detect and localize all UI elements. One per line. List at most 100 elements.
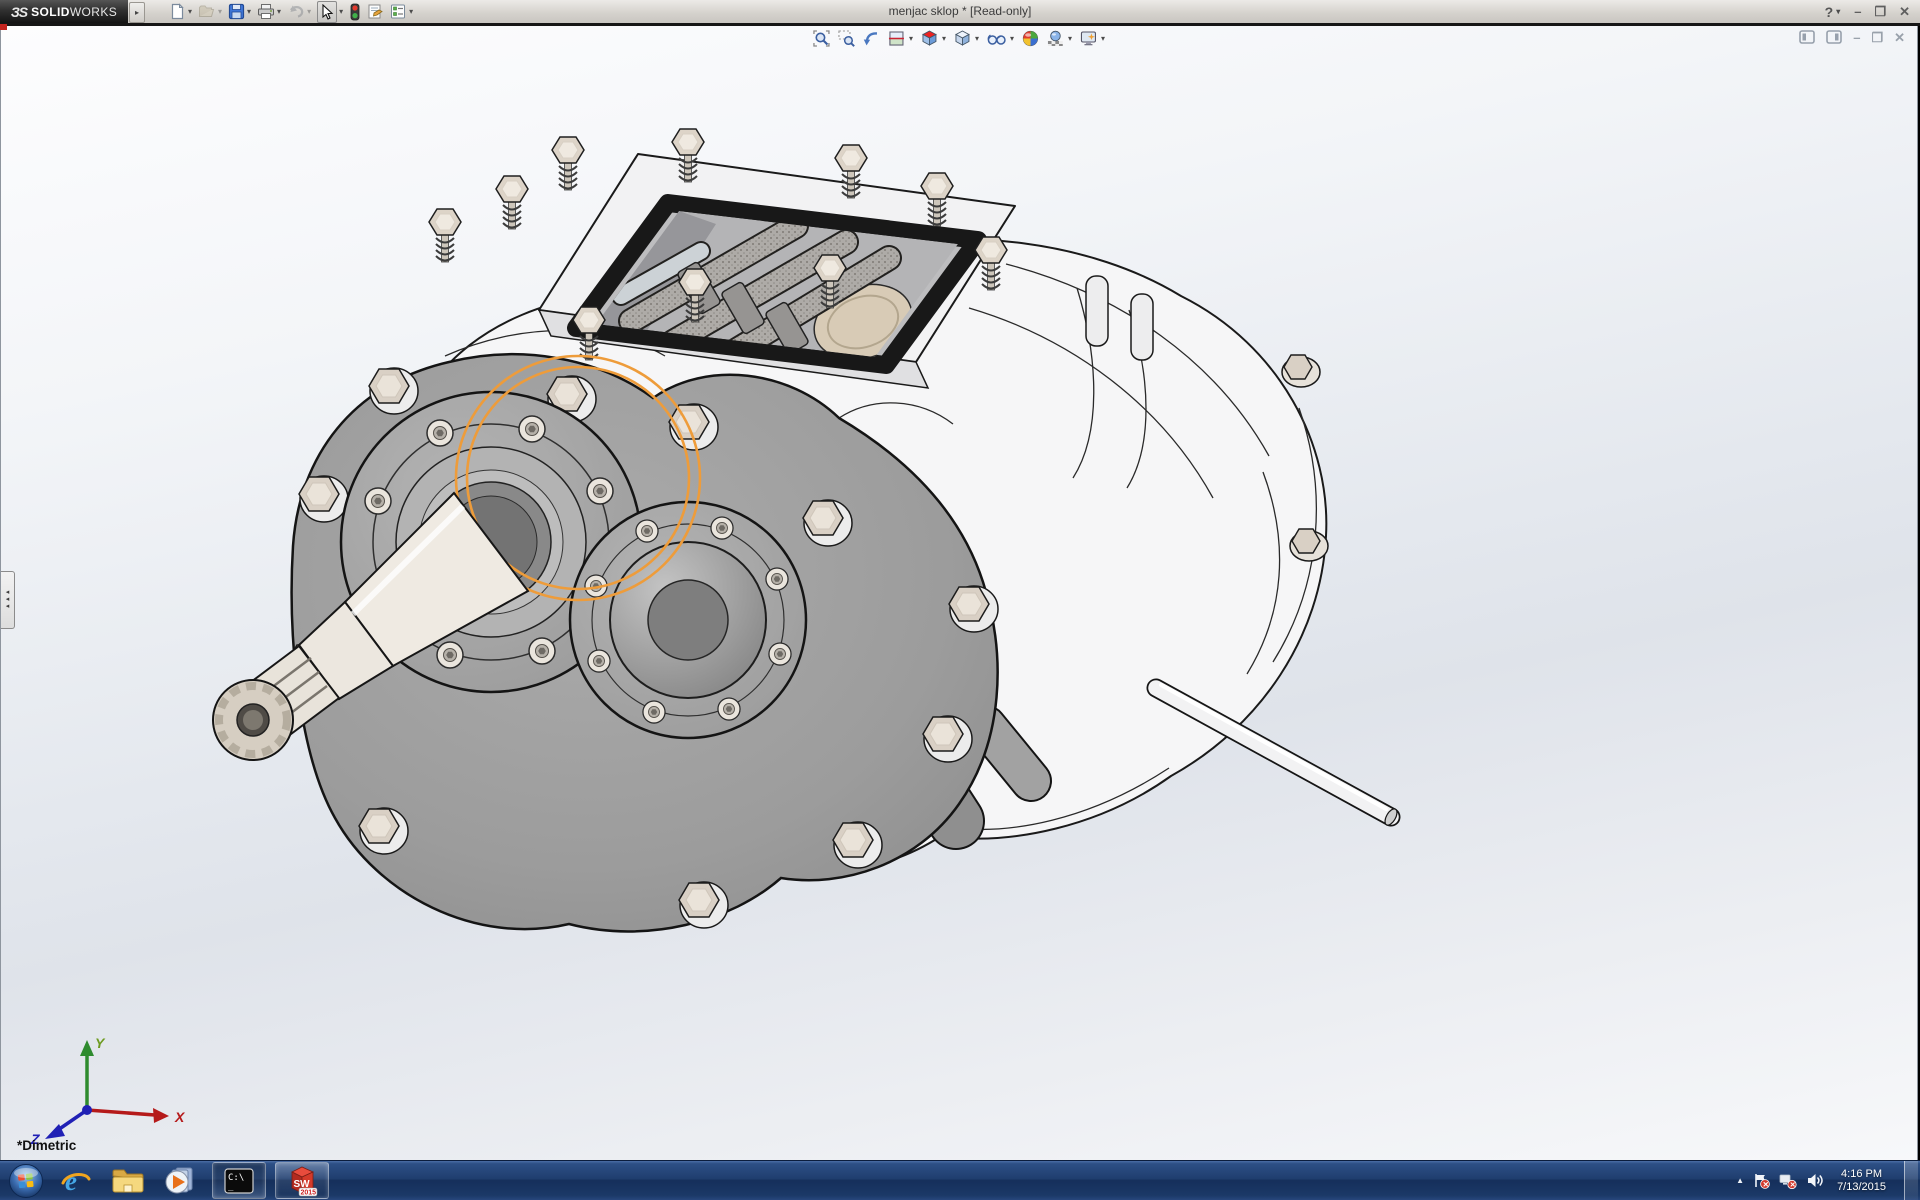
dropdown-arrow-icon[interactable]: ▾ <box>1100 35 1106 43</box>
section-view-icon <box>887 29 906 48</box>
start-button[interactable] <box>6 1162 46 1200</box>
doc-minimize-button[interactable]: – <box>1853 31 1860 44</box>
print-button[interactable]: ▾ <box>256 1 283 22</box>
open-icon <box>198 3 216 20</box>
media-player-icon <box>164 1166 196 1196</box>
save-button[interactable]: ▾ <box>227 1 253 22</box>
view-orientation-button[interactable]: ▾ <box>920 29 947 48</box>
dropdown-arrow-icon[interactable]: ▾ <box>908 35 914 43</box>
feature-manager-collapsed-tab[interactable]: ◂ ◂ ◂ <box>1 571 15 629</box>
pane-left-toggle-icon[interactable] <box>1799 30 1815 44</box>
command-prompt-button[interactable]: C:\ _ <box>212 1162 266 1199</box>
previous-view-button[interactable] <box>862 29 881 48</box>
dropdown-arrow-icon[interactable]: ▾ <box>217 8 223 16</box>
edit-appearance-button[interactable] <box>1021 29 1040 48</box>
dropdown-arrow-icon[interactable]: ▾ <box>246 8 252 16</box>
help-icon: ? <box>1825 4 1834 20</box>
svg-text:e: e <box>65 1166 77 1196</box>
solidworks-logo-icon: ЗS <box>11 4 27 20</box>
new-document-button[interactable]: ▾ <box>168 1 194 22</box>
volume-icon[interactable] <box>1806 1172 1824 1189</box>
solidworks-taskbar-button[interactable]: SW 2015 <box>275 1162 329 1199</box>
appearance-sphere-icon <box>1021 29 1040 48</box>
gearbox-model[interactable] <box>1 26 1919 1161</box>
internet-explorer-button[interactable]: e <box>56 1162 96 1200</box>
show-hidden-icons-button[interactable]: ▲ <box>1736 1176 1744 1185</box>
dropdown-arrow-icon[interactable]: ▾ <box>338 8 344 16</box>
taskbar-clock[interactable]: 4:16 PM 7/13/2015 <box>1837 1168 1886 1194</box>
dropdown-arrow-icon[interactable]: ▾ <box>408 8 414 16</box>
undo-button[interactable]: ▾ <box>286 1 313 22</box>
rebuild-button[interactable] <box>348 1 362 22</box>
dropdown-arrow-icon[interactable]: ▾ <box>187 8 193 16</box>
dropdown-arrow-icon[interactable]: ▾ <box>974 35 980 43</box>
windows-start-icon <box>8 1163 44 1199</box>
sw-year: 2015 <box>301 1189 317 1196</box>
y-axis-arrow <box>80 1040 94 1056</box>
apply-scene-button[interactable]: ▾ <box>1046 29 1073 48</box>
options-icon <box>389 3 407 20</box>
display-style-button[interactable]: ▾ <box>953 29 980 48</box>
restore-button[interactable]: ❐ <box>1874 5 1886 18</box>
apply-scene-icon <box>1046 29 1065 48</box>
view-settings-button[interactable]: ▾ <box>1079 29 1106 48</box>
section-view-button[interactable]: ▾ <box>887 29 914 48</box>
document-window-controls: – ❐ ✕ <box>1799 30 1905 44</box>
x-axis-label: X <box>174 1109 186 1125</box>
display-style-icon <box>953 29 972 48</box>
hide-show-items-button[interactable]: ▾ <box>986 29 1015 48</box>
windows-taskbar: e C:\ _ SW 2015 <box>0 1160 1920 1200</box>
action-center-flag-icon[interactable]: ✕ <box>1753 1172 1770 1189</box>
dropdown-arrow-icon[interactable]: ▾ <box>1009 35 1015 43</box>
previous-view-icon <box>862 29 881 48</box>
open-button[interactable]: ▾ <box>197 1 224 22</box>
zoom-to-fit-button[interactable] <box>812 29 831 48</box>
bearing-flange-right[interactable] <box>570 502 806 738</box>
dropdown-arrow-icon[interactable]: ▾ <box>306 8 312 16</box>
minimize-button[interactable]: – <box>1854 5 1861 18</box>
solidworks-logo[interactable]: ЗS SOLIDWORKS <box>0 0 128 23</box>
doc-close-button[interactable]: ✕ <box>1894 31 1905 44</box>
heads-up-view-toolbar: ▾ ▾ ▾ ▾ <box>812 29 1106 48</box>
dropdown-arrow-icon[interactable]: ▾ <box>941 35 947 43</box>
dropdown-arrow-icon[interactable]: ▾ <box>1067 35 1073 43</box>
solidworks-2015-icon: SW 2015 <box>286 1165 318 1197</box>
dropdown-arrow-icon: ▾ <box>1835 8 1841 16</box>
dropdown-arrow-icon[interactable]: ▾ <box>276 8 282 16</box>
flyout-arrow-icon: ▸ <box>135 8 139 17</box>
file-explorer-button[interactable] <box>108 1162 148 1200</box>
tab-arrow-icon: ◂ <box>6 604 10 610</box>
select-button[interactable]: ▾ <box>316 1 345 22</box>
internet-explorer-icon: e <box>60 1165 92 1197</box>
zoom-to-area-button[interactable] <box>837 29 856 48</box>
save-icon <box>228 3 245 20</box>
brand-light: WORKS <box>70 5 117 19</box>
pane-right-toggle-icon[interactable] <box>1826 30 1842 44</box>
file-properties-button[interactable] <box>365 1 385 22</box>
view-settings-icon <box>1079 29 1098 48</box>
orientation-triad: Y X Z <box>7 1032 207 1147</box>
svg-text:✕: ✕ <box>1790 1182 1796 1189</box>
select-cursor-icon <box>320 4 334 20</box>
y-axis-label: Y <box>95 1035 106 1051</box>
graphics-area[interactable]: ▾ ▾ ▾ ▾ <box>0 26 1918 1161</box>
new-document-icon <box>169 3 186 20</box>
network-status-icon[interactable]: ✕ <box>1779 1172 1797 1189</box>
view-orientation-icon <box>920 29 939 48</box>
show-desktop-button[interactable] <box>1904 1161 1918 1200</box>
svg-text:✕: ✕ <box>1763 1180 1769 1189</box>
close-button[interactable]: ✕ <box>1899 5 1910 18</box>
menu-flyout-button[interactable]: ▸ <box>129 2 145 23</box>
view-orientation-label: *Dimetric <box>17 1138 76 1153</box>
select-button-frame <box>317 1 337 23</box>
eyeglasses-icon <box>986 29 1007 48</box>
doc-restore-button[interactable]: ❐ <box>1871 31 1883 44</box>
media-player-button[interactable] <box>160 1162 200 1200</box>
system-tray: ▲ ✕ ✕ 4:16 PM 7/13/2015 <box>1736 1161 1920 1200</box>
traffic-light-icon <box>349 3 361 21</box>
main-toolbar: ▾ ▾ ▾ ▾ ▾ <box>168 0 415 23</box>
options-button[interactable]: ▾ <box>388 1 415 22</box>
x-axis-arrow <box>153 1108 169 1123</box>
help-button[interactable]: ?▾ <box>1825 4 1842 20</box>
clock-date: 7/13/2015 <box>1837 1181 1886 1194</box>
